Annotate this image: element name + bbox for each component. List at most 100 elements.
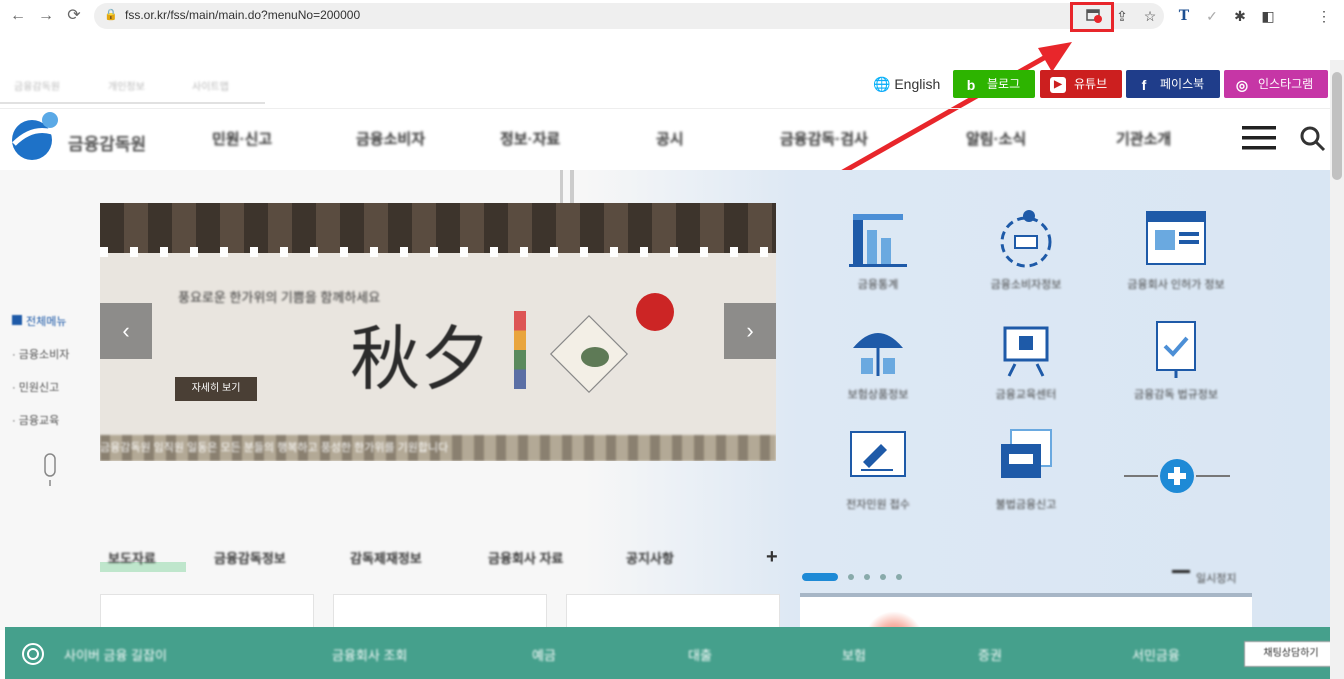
gnb-item[interactable]: 민원·신고 [212, 128, 272, 149]
star-icon[interactable]: ☆ [1140, 6, 1160, 26]
sidepanel-icon[interactable]: ◧ [1258, 6, 1278, 26]
banner-roof [100, 203, 776, 253]
quick-menu-more[interactable] [1122, 456, 1232, 496]
blog-button[interactable]: b 블로그 [953, 70, 1035, 98]
forward-icon[interactable]: → [36, 6, 56, 26]
sns-label: 인스타그램 [1258, 77, 1314, 91]
banner-prev-button[interactable]: ‹ [100, 303, 152, 359]
logo-text: 금융감독원 [68, 135, 147, 154]
instagram-icon: ◎ [1235, 76, 1249, 93]
complaint-icon [847, 428, 909, 490]
quick-menu-item[interactable]: 금융통계 [808, 208, 948, 292]
url-text[interactable]: fss.or.kr/fss/main/main.do?menuNo=200000 [125, 8, 360, 22]
side-menu-item[interactable]: 전체메뉴 [12, 313, 66, 329]
hamburger-menu-icon[interactable] [1242, 125, 1276, 151]
plus-icon [1124, 459, 1230, 493]
banner-color-strip [514, 311, 526, 389]
slide-indicator-dot[interactable] [864, 574, 870, 580]
chat-button[interactable]: 채팅상담하기 [1244, 641, 1338, 667]
footer-link[interactable]: 예금 [532, 645, 556, 664]
share-icon[interactable]: ⇪ [1112, 6, 1132, 26]
check-icon[interactable]: ✓ [1202, 6, 1222, 26]
youtube-button[interactable]: ▶ 유튜브 [1040, 70, 1122, 98]
quick-menu-label: 금융소비자정보 [990, 279, 1062, 291]
sns-label: 유튜브 [1074, 77, 1108, 91]
header-divider [0, 108, 1330, 109]
gnb-item[interactable]: 금융소비자 [356, 128, 425, 149]
slide-indicator-dot[interactable] [896, 574, 902, 580]
util-link[interactable]: 사이트맵 [192, 78, 229, 93]
umbrella-icon [847, 318, 909, 380]
quick-menu-label: 금융회사 인허가 정보 [1127, 279, 1225, 291]
gnb-item[interactable]: 정보·자료 [500, 128, 560, 149]
facebook-icon: f [1141, 76, 1147, 93]
banner-more-button[interactable]: 자세히 보기 [175, 377, 257, 401]
tab-notice[interactable]: 공지사항 [626, 548, 674, 567]
lock-icon[interactable]: 🔒 [104, 8, 118, 22]
quick-menu-item[interactable]: 금융감독 법규정보 [1106, 318, 1246, 402]
footer-link[interactable]: 증권 [978, 645, 1002, 664]
scrollbar-thumb[interactable] [1332, 72, 1342, 180]
quick-menu-label: 보험상품정보 [847, 389, 909, 401]
language-link[interactable]: 🌐 English [873, 76, 940, 93]
quick-menu-item[interactable]: 보험상품정보 [808, 318, 948, 402]
slide-indicator-dot[interactable] [848, 574, 854, 580]
quick-menu-label: 전자민원 접수 [846, 499, 910, 511]
quick-menu-label: 금융통계 [857, 279, 899, 291]
gnb-item[interactable]: 금융감독·검사 [780, 128, 868, 149]
consumer-info-icon [995, 208, 1057, 270]
education-icon [995, 318, 1057, 380]
footer-link[interactable]: 서민금융 [1132, 645, 1180, 664]
side-menu-item[interactable]: · 금융교육 [12, 412, 59, 428]
reload-icon[interactable]: ⟳ [64, 6, 84, 26]
quick-menu-item[interactable]: 금융교육센터 [956, 318, 1096, 402]
facebook-button[interactable]: f 페이스북 [1126, 70, 1220, 98]
regulation-icon [1145, 318, 1207, 380]
divider [0, 102, 265, 104]
quick-menu-label: 금융교육센터 [995, 389, 1057, 401]
util-link[interactable]: 금융감독원 [14, 78, 60, 93]
blog-icon: b [966, 76, 976, 93]
tab-supervision-info[interactable]: 금융감독정보 [214, 548, 286, 567]
sns-label: 페이스북 [1160, 77, 1205, 91]
banner-calligraphy: 秋夕 [350, 318, 490, 400]
footer-link[interactable]: 대출 [688, 645, 712, 664]
statistics-icon [847, 208, 909, 270]
gnb-item[interactable]: 기관소개 [1116, 128, 1171, 149]
gnb-item[interactable]: 알림·소식 [966, 128, 1026, 149]
pause-button[interactable]: 일시정지 [1172, 570, 1236, 586]
slide-indicator-active[interactable] [802, 573, 838, 581]
footer-link[interactable]: 보험 [842, 645, 866, 664]
tab-sanction-info[interactable]: 감독제재정보 [350, 548, 422, 567]
youtube-icon: ▶ [1050, 76, 1066, 93]
banner-next-button[interactable]: › [724, 303, 776, 359]
menu-icon[interactable]: ⋮ [1314, 6, 1334, 26]
quick-menu-item[interactable]: 전자민원 접수 [808, 428, 948, 512]
guide-icon [20, 641, 46, 667]
highlight-box [1070, 2, 1114, 32]
tabs-more-button[interactable]: + [766, 546, 778, 569]
quick-menu-item[interactable]: 불법금융신고 [956, 428, 1096, 512]
quick-menu-item[interactable]: 금융회사 인허가 정보 [1106, 208, 1246, 292]
scroll-indicator-icon [42, 452, 58, 488]
language-label: English [894, 76, 941, 92]
lantern-illustration [549, 314, 629, 394]
main-banner[interactable]: 풍요로운 한가위의 기쁨을 함께하세요 秋夕 자세히 보기 금융감독원 임직원 … [100, 203, 776, 461]
tab-press-release[interactable]: 보도자료 [108, 548, 156, 567]
footer-link[interactable]: 금융회사 조회 [332, 645, 407, 664]
slide-indicator-dot[interactable] [880, 574, 886, 580]
util-link[interactable]: 개인정보 [108, 78, 145, 93]
back-icon[interactable]: ← [8, 6, 28, 26]
instagram-button[interactable]: ◎ 인스타그램 [1224, 70, 1328, 98]
quick-menu-item[interactable]: 금융소비자정보 [956, 208, 1096, 292]
puzzle-icon[interactable]: ✱ [1230, 6, 1250, 26]
gnb-item[interactable]: 공시 [656, 128, 684, 149]
license-info-icon [1145, 208, 1207, 270]
translate-icon[interactable]: T [1174, 6, 1194, 26]
logo[interactable]: 금융감독원 [10, 110, 170, 162]
tab-company-data[interactable]: 금융회사 자료 [488, 548, 563, 567]
side-menu-item[interactable]: · 민원신고 [12, 379, 59, 395]
globe-icon: 🌐 [873, 76, 891, 92]
search-icon[interactable] [1298, 124, 1326, 152]
side-menu-item[interactable]: · 금융소비자 [12, 346, 69, 362]
